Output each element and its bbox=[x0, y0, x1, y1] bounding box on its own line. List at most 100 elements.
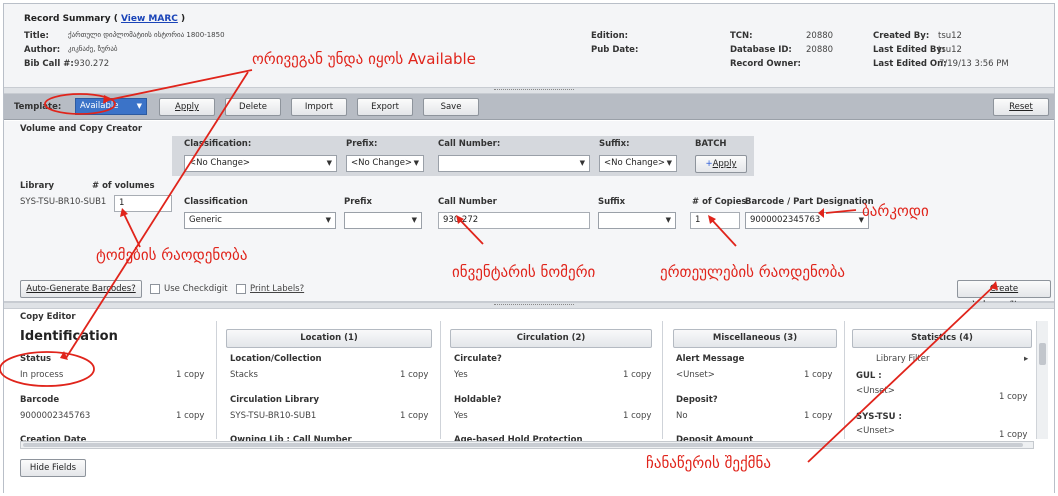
tab-miscellaneous[interactable]: Miscellaneous (3) bbox=[673, 329, 837, 348]
copy-editor: Copy Editor Identification Location (1) … bbox=[4, 309, 1054, 494]
deposit-value[interactable]: No bbox=[676, 411, 688, 421]
horizontal-scrollbar[interactable] bbox=[20, 441, 1034, 449]
author-value: კიკნაძე, ზურაბ bbox=[68, 45, 118, 53]
holdable-count: 1 copy bbox=[623, 411, 652, 421]
prefix-select[interactable]: ▼ bbox=[344, 212, 422, 229]
call-number-input[interactable]: 930.272 bbox=[438, 212, 590, 229]
database-id-value: 20880 bbox=[806, 45, 834, 55]
template-save-button[interactable]: Save bbox=[423, 98, 479, 116]
last-edited-on-label: Last Edited On: bbox=[873, 59, 947, 69]
chevron-down-icon: ▼ bbox=[136, 102, 142, 110]
batch-prefix-label: Prefix: bbox=[346, 139, 378, 149]
auto-generate-barcodes-button[interactable]: Auto-Generate Barcodes? bbox=[20, 280, 142, 298]
volumes-input[interactable]: 1 bbox=[114, 195, 172, 212]
print-labels-checkbox[interactable] bbox=[236, 284, 246, 294]
volumes-label: # of volumes bbox=[92, 181, 155, 191]
template-export-button[interactable]: Export bbox=[357, 98, 413, 116]
chevron-down-icon: ▼ bbox=[665, 216, 671, 224]
suffix-label: Suffix bbox=[598, 197, 626, 207]
annotation-available: ორივეგან უნდა იყოს Available bbox=[252, 50, 476, 68]
barcode-input[interactable]: 9000002345763 ▼ bbox=[745, 212, 869, 229]
alert-message-value[interactable]: <Unset> bbox=[676, 370, 715, 380]
pub-date-label: Pub Date: bbox=[591, 45, 639, 55]
classification-select[interactable]: Generic ▼ bbox=[184, 212, 336, 229]
holdable-value[interactable]: Yes bbox=[454, 411, 468, 421]
batch-apply-button[interactable]: +Apply bbox=[695, 155, 747, 173]
alert-message-label: Alert Message bbox=[676, 354, 745, 364]
annotation-create: ჩანაწერის შექმნა bbox=[646, 454, 771, 472]
location-collection-count: 1 copy bbox=[400, 370, 429, 380]
template-import-button[interactable]: Import bbox=[291, 98, 347, 116]
suffix-select[interactable]: ▼ bbox=[598, 212, 676, 229]
batch-label: BATCH bbox=[695, 139, 727, 149]
created-by-value: tsu12 bbox=[938, 31, 962, 41]
gul-value[interactable]: <Unset> bbox=[856, 386, 895, 396]
sys-tsu-value[interactable]: <Unset> bbox=[856, 426, 895, 436]
location-collection-value[interactable]: Stacks bbox=[230, 370, 258, 380]
batch-classification-select[interactable]: <No Change> ▼ bbox=[184, 155, 337, 172]
view-marc-link[interactable]: View MARC bbox=[121, 14, 178, 24]
circulate-value[interactable]: Yes bbox=[454, 370, 468, 380]
barcode-field-value[interactable]: 9000002345763 bbox=[20, 411, 90, 421]
last-edited-on-value: 7/19/13 3:56 PM bbox=[939, 59, 1009, 69]
library-filter[interactable]: Library Filter bbox=[876, 354, 929, 364]
batch-call-number-label: Call Number: bbox=[438, 139, 501, 149]
alert-message-count: 1 copy bbox=[804, 370, 833, 380]
status-value[interactable]: In process bbox=[20, 370, 63, 380]
status-label: Status bbox=[20, 354, 52, 364]
use-checkdigit-label: Use Checkdigit bbox=[164, 284, 228, 294]
copies-label: # of Copies bbox=[692, 197, 747, 207]
batch-classification-label: Classification: bbox=[184, 139, 252, 149]
batch-prefix-select[interactable]: <No Change> ▼ bbox=[346, 155, 424, 172]
batch-suffix-select[interactable]: <No Change> ▼ bbox=[599, 155, 677, 172]
bib-call-label: Bib Call #: bbox=[24, 59, 74, 69]
prefix-label: Prefix bbox=[344, 197, 372, 207]
template-apply-button[interactable]: Apply bbox=[159, 98, 215, 116]
circulate-count: 1 copy bbox=[623, 370, 652, 380]
create-volumes-items-button[interactable]: Create Volumes/Items bbox=[957, 280, 1051, 310]
summary-splitter[interactable] bbox=[4, 87, 1054, 94]
identification-heading: Identification bbox=[20, 329, 118, 344]
vertical-scrollbar[interactable] bbox=[1036, 321, 1048, 439]
batch-row: Classification: <No Change> ▼ Prefix: <No… bbox=[172, 136, 754, 176]
tab-circulation[interactable]: Circulation (2) bbox=[450, 329, 652, 348]
record-summary-title: Record Summary ( View MARC ) bbox=[24, 14, 186, 24]
tcn-value: 20880 bbox=[806, 31, 834, 41]
annotation-volumes: ტომების რაოდენობა bbox=[96, 246, 248, 264]
chevron-down-icon: ▼ bbox=[326, 159, 332, 167]
edition-label: Edition: bbox=[591, 31, 629, 41]
plus-icon: + bbox=[705, 159, 713, 169]
batch-suffix-label: Suffix: bbox=[599, 139, 630, 149]
template-select[interactable]: Available ▼ bbox=[75, 98, 147, 115]
last-edited-by-label: Last Edited By: bbox=[873, 45, 946, 55]
gul-label: GUL : bbox=[856, 371, 882, 381]
circulate-label: Circulate? bbox=[454, 354, 502, 364]
library-label: Library bbox=[20, 181, 55, 191]
editor-splitter[interactable] bbox=[4, 302, 1054, 309]
circulation-library-value[interactable]: SYS-TSU-BR10-SUB1 bbox=[230, 411, 316, 421]
annotation-copies: ერთეულების რაოდენობა bbox=[660, 263, 845, 281]
print-labels-label: Print Labels? bbox=[250, 284, 305, 294]
gul-count: 1 copy bbox=[999, 392, 1028, 402]
call-number-label: Call Number bbox=[438, 197, 497, 207]
tcn-label: TCN: bbox=[730, 31, 753, 41]
barcode-field-count: 1 copy bbox=[176, 411, 205, 421]
tab-location[interactable]: Location (1) bbox=[226, 329, 432, 348]
use-checkdigit-checkbox[interactable] bbox=[150, 284, 160, 294]
title-label: Title: bbox=[24, 31, 49, 41]
hide-fields-button[interactable]: Hide Fields bbox=[20, 459, 86, 477]
copies-input[interactable]: 1 bbox=[690, 212, 740, 229]
chevron-down-icon: ▼ bbox=[325, 216, 331, 224]
tab-statistics[interactable]: Statistics (4) bbox=[852, 329, 1032, 348]
template-delete-button[interactable]: Delete bbox=[225, 98, 281, 116]
chevron-down-icon: ▼ bbox=[413, 159, 419, 167]
template-toolbar: Template: Available ▼ Apply Delete Import… bbox=[4, 94, 1054, 120]
bib-call-value: 930.272 bbox=[74, 59, 110, 69]
title-value: ქართული დიპლომატიის ისტორია 1800-1850 bbox=[68, 31, 225, 39]
barcode-label: Barcode / Part Designation bbox=[745, 197, 874, 207]
copy-editor-title: Copy Editor bbox=[20, 312, 76, 322]
batch-call-number-input[interactable]: ▼ bbox=[438, 155, 590, 172]
chevron-right-icon[interactable]: ▸ bbox=[1024, 354, 1028, 364]
circulation-library-label: Circulation Library bbox=[230, 395, 319, 405]
reset-button[interactable]: Reset bbox=[993, 98, 1049, 116]
